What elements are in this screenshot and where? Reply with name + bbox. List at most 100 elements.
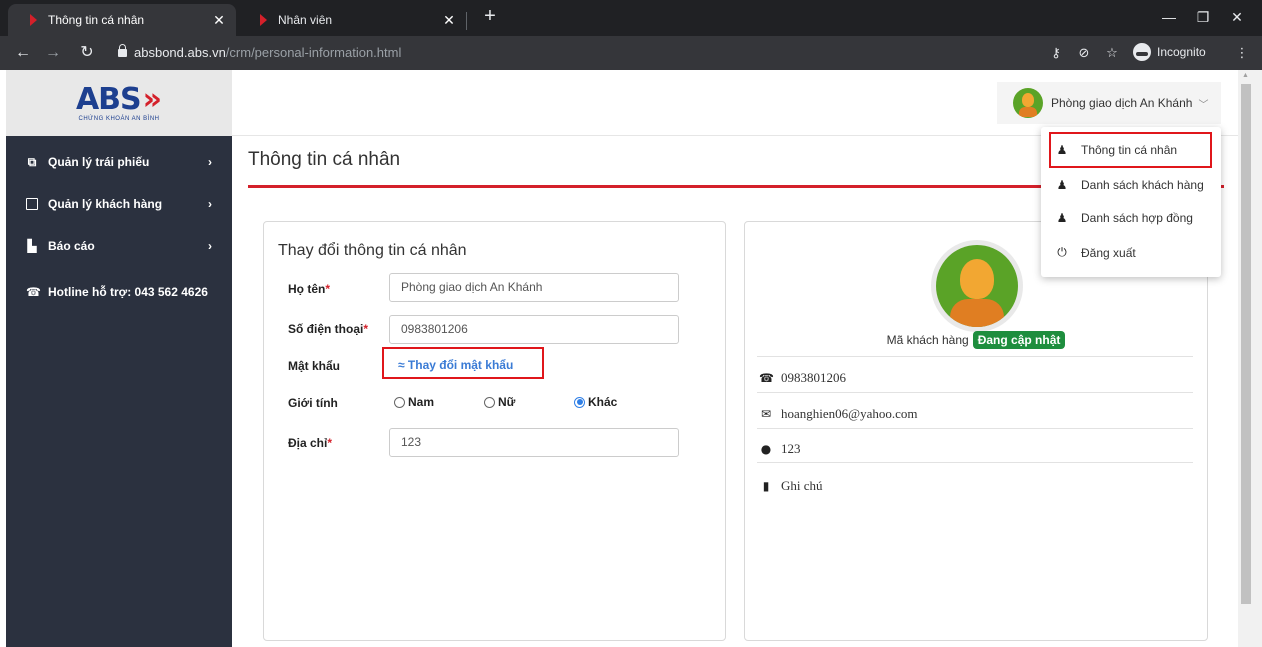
- radio-icon: [394, 396, 405, 408]
- browser-toolbar: ← → ↻ absbond.abs.vn/crm/personal-inform…: [0, 36, 1262, 70]
- radio-label: Nữ: [498, 395, 516, 409]
- menu-item-personal-info[interactable]: ♟ Thông tin cá nhân: [1055, 143, 1177, 157]
- sidebar-item-reports[interactable]: ▙ Báo cáo ›: [6, 225, 232, 267]
- gender-radio-other[interactable]: Khác: [574, 395, 617, 409]
- incognito-indicator[interactable]: Incognito: [1133, 43, 1206, 61]
- tab-close-icon[interactable]: ✕: [208, 12, 230, 29]
- sidebar-item-label: Quản lý trái phiếu: [48, 155, 150, 169]
- power-icon: ⏻: [1057, 245, 1067, 259]
- new-tab-button[interactable]: +: [478, 5, 502, 29]
- profile-phone: ☎ 0983801206: [759, 370, 846, 385]
- lock-icon: [118, 44, 127, 57]
- menu-kebab-icon[interactable]: ⋮: [1232, 43, 1252, 63]
- back-button[interactable]: ←: [12, 42, 34, 64]
- radio-checked-icon: [574, 396, 585, 408]
- profile-email: ✉ hoanghien06@yahoo.com: [760, 406, 918, 421]
- status-badge: Đang cập nhật: [972, 331, 1066, 349]
- chevron-down-icon: ﹀: [1198, 99, 1209, 111]
- page-scrollbar[interactable]: ▲: [1238, 70, 1262, 647]
- menu-item-label: Danh sách khách hàng: [1081, 178, 1204, 192]
- page-title: Thông tin cá nhân: [248, 149, 401, 170]
- user-add-icon: ♟: [1056, 143, 1068, 157]
- radio-icon: [484, 396, 495, 408]
- incognito-icon: [1133, 43, 1151, 61]
- minimize-button[interactable]: —: [1156, 6, 1182, 28]
- sidebar-item-label: Báo cáo: [48, 239, 95, 253]
- menu-item-label: Đăng xuất: [1081, 245, 1136, 260]
- user-dropdown-menu: ♟ Thông tin cá nhân ♟ Danh sách khách hàng…: [1041, 127, 1221, 277]
- tab-divider: [466, 12, 467, 30]
- chevron-right-icon: ›: [208, 239, 212, 253]
- radio-label: Khác: [588, 395, 618, 409]
- avatar: [1013, 88, 1043, 118]
- reload-button[interactable]: ↻: [76, 42, 98, 64]
- scroll-up-icon[interactable]: ▲: [1242, 72, 1249, 79]
- sidebar-item-label: Quản lý khách hàng: [48, 197, 163, 211]
- sidebar: ABS » CHỨNG KHOÁN AN BÌNH ⧉ Quản lý trái…: [6, 70, 232, 647]
- sidebar-item-customers[interactable]: Quản lý khách hàng ›: [6, 183, 232, 225]
- logo-arrows: »: [142, 81, 163, 117]
- user-add-icon: ♟: [1056, 178, 1068, 192]
- abs-favicon-icon: [260, 14, 270, 26]
- copy-icon: ⧉: [27, 155, 37, 169]
- address-label: Địa chỉ*: [288, 436, 333, 450]
- divider: [757, 462, 1193, 463]
- customer-code-row: Mã khách hàng Đang cập nhật: [745, 331, 1207, 349]
- menu-item-customer-list[interactable]: ♟ Danh sách khách hàng: [1055, 178, 1204, 192]
- notebook-icon: ▮: [762, 479, 770, 493]
- url-host: absbond.abs.vn: [134, 45, 226, 60]
- browser-tab-active[interactable]: Thông tin cá nhân ✕: [8, 4, 236, 36]
- eye-off-icon[interactable]: ⊘: [1074, 43, 1094, 63]
- sidebar-item-label: Hotline hỗ trợ: 043 562 4626: [48, 285, 208, 299]
- logo-subtitle: CHỨNG KHOÁN AN BÌNH: [78, 115, 160, 122]
- phone-field[interactable]: 0983801206: [389, 315, 679, 344]
- menu-item-label: Thông tin cá nhân: [1081, 143, 1178, 157]
- profile-card: Mã khách hàng Đang cập nhật ☎ 0983801206 ✉…: [744, 221, 1208, 641]
- change-password-link[interactable]: ≈ Thay đổi mật khẩu: [398, 358, 513, 372]
- tab-title: Nhân viên: [278, 13, 333, 27]
- envelope-icon: ✉: [760, 407, 772, 421]
- forward-button[interactable]: →: [42, 42, 64, 64]
- close-window-button[interactable]: ✕: [1224, 6, 1250, 28]
- menu-item-contract-list[interactable]: ♟ Danh sách hợp đồng: [1055, 211, 1193, 225]
- personal-info-form: Thay đổi thông tin cá nhân Họ tên* Phòng…: [263, 221, 726, 641]
- browser-tab-bar: Thông tin cá nhân ✕ Nhân viên ✕ + — ❐ ✕: [0, 0, 1262, 36]
- user-add-icon: ♟: [1056, 211, 1068, 225]
- restore-button[interactable]: ❐: [1190, 6, 1216, 28]
- star-icon[interactable]: ☆: [1102, 43, 1122, 63]
- sidebar-item-bonds[interactable]: ⧉ Quản lý trái phiếu ›: [6, 141, 232, 183]
- incognito-label: Incognito: [1157, 45, 1206, 59]
- gender-radio-male[interactable]: Nam: [394, 395, 434, 409]
- divider: [757, 392, 1193, 393]
- id-card-icon: [26, 198, 38, 210]
- user-name: Phòng giao dịch An Khánh: [1051, 96, 1193, 110]
- name-field[interactable]: Phòng giao dịch An Khánh: [389, 273, 679, 302]
- avatar: [931, 240, 1023, 332]
- gender-label: Giới tính: [288, 396, 338, 410]
- menu-item-label: Danh sách hợp đồng: [1081, 211, 1193, 225]
- map-marker-icon: ●: [760, 442, 772, 456]
- sidebar-item-hotline[interactable]: ☎ Hotline hỗ trợ: 043 562 4626: [6, 271, 232, 313]
- customer-code-label: Mã khách hàng: [886, 333, 969, 347]
- scrollbar-thumb[interactable]: [1241, 84, 1251, 604]
- password-label: Mật khẩu: [288, 359, 341, 373]
- abs-favicon-icon: [30, 14, 40, 26]
- logo-brand: ABS: [75, 81, 142, 117]
- logo[interactable]: ABS » CHỨNG KHOÁN AN BÌNH: [6, 70, 232, 136]
- key-icon[interactable]: ⚷: [1046, 43, 1066, 63]
- menu-item-logout[interactable]: ⏻ Đăng xuất: [1055, 245, 1136, 260]
- phone-label: Số điện thoại*: [288, 322, 369, 336]
- browser-tab-inactive[interactable]: Nhân viên ✕: [238, 4, 466, 36]
- radio-label: Nam: [408, 395, 435, 409]
- tab-close-icon[interactable]: ✕: [438, 12, 460, 29]
- profile-address: ● 123: [760, 441, 801, 456]
- user-menu-toggle[interactable]: Phòng giao dịch An Khánh ﹀: [997, 82, 1221, 124]
- address-bar[interactable]: absbond.abs.vn/crm/personal-information.…: [134, 45, 401, 60]
- address-field[interactable]: 123: [389, 428, 679, 457]
- chart-icon: ▙: [27, 239, 37, 253]
- divider: [757, 428, 1193, 429]
- tab-title: Thông tin cá nhân: [48, 13, 145, 27]
- url-path: /crm/personal-information.html: [225, 45, 402, 60]
- form-title: Thay đổi thông tin cá nhân: [278, 242, 467, 259]
- gender-radio-female[interactable]: Nữ: [484, 395, 515, 409]
